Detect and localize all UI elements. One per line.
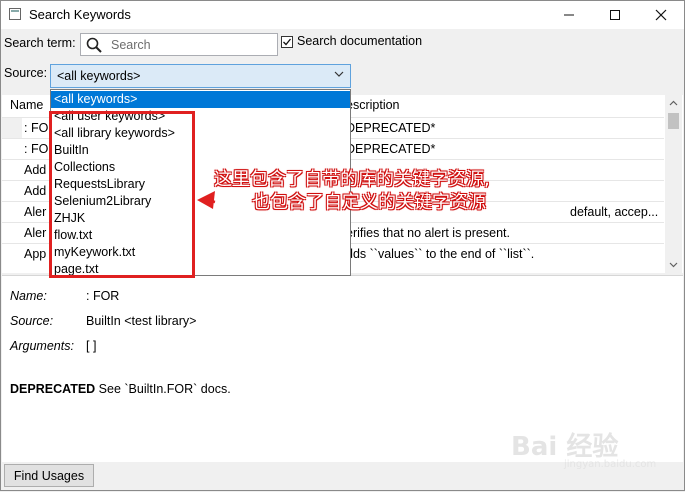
maximize-button[interactable] <box>592 1 638 29</box>
row-description: dds ``values`` to the end of ``list``. <box>346 247 535 261</box>
source-select[interactable]: <all keywords> <box>50 64 351 88</box>
option-label: RequestsLibrary <box>54 177 146 191</box>
option-label: <all library keywords> <box>54 126 175 140</box>
maximize-icon <box>610 10 620 20</box>
search-term-label: Search term: <box>4 36 76 50</box>
annotation-line-2: 也包含了自定义的关键字资源 <box>252 192 486 213</box>
dropdown-option[interactable]: <all library keywords> <box>51 125 350 142</box>
option-label: ZHJK <box>54 211 86 225</box>
details-arguments-label: Arguments: <box>10 339 74 353</box>
option-label: <all user keywords> <box>54 109 166 123</box>
source-label: Source: <box>4 66 48 80</box>
option-label: Selenium2Library <box>54 194 152 208</box>
search-documentation-label: Search documentation <box>297 34 423 48</box>
documentation-text: See `BuiltIn.FOR` docs. <box>95 382 231 396</box>
dropdown-option[interactable]: myKeywork.txt <box>51 244 350 261</box>
row-name: Add <box>24 163 47 177</box>
row-name: Aler <box>24 226 47 240</box>
checkmark-icon <box>283 38 292 46</box>
search-keywords-window: Search Keywords Search term: Search Sear… <box>0 0 685 491</box>
watermark-url: jingyan.baidu.com <box>564 459 657 470</box>
option-label: page.txt <box>54 262 99 276</box>
dropdown-option[interactable]: <all user keywords> <box>51 108 350 125</box>
option-label: myKeywork.txt <box>54 245 136 259</box>
chevron-down-icon <box>334 71 344 77</box>
window-title: Search Keywords <box>29 7 131 22</box>
title-bar: Search Keywords <box>1 1 684 29</box>
row-name: Add <box>24 184 47 198</box>
dropdown-option[interactable]: <all keywords> <box>51 91 350 108</box>
source-selected-value: <all keywords> <box>57 69 141 83</box>
dropdown-option[interactable]: BuiltIn <box>51 142 350 159</box>
search-icon <box>86 37 102 53</box>
table-scrollbar[interactable] <box>665 95 682 273</box>
column-header-description[interactable]: escription <box>346 98 400 112</box>
option-label: BuiltIn <box>54 143 89 157</box>
close-icon <box>655 9 667 21</box>
row-description: DEPRECATED* <box>346 142 436 156</box>
details-source-value: BuiltIn <test library> <box>86 314 197 328</box>
row-description: erifies that no alert is present. <box>346 226 510 240</box>
row-name: Aler <box>24 205 47 219</box>
deprecated-label: DEPRECATED <box>10 382 96 396</box>
option-label: Collections <box>54 160 116 174</box>
annotation-line-1: 这里包含了自带的库的关键字资源, <box>214 169 490 190</box>
scroll-up-icon[interactable] <box>669 99 678 108</box>
option-label: flow.txt <box>54 228 93 242</box>
row-description: DEPRECATED* <box>346 121 436 135</box>
scrollbar-thumb[interactable] <box>668 113 679 129</box>
details-source-label: Source: <box>10 314 54 328</box>
watermark-logo: Bai 经验 <box>511 432 619 462</box>
details-arguments-value: [ ] <box>86 339 97 353</box>
details-documentation: DEPRECATED See `BuiltIn.FOR` docs. <box>10 382 231 396</box>
details-name-value: : FOR <box>86 289 120 303</box>
minimize-button[interactable] <box>546 1 592 29</box>
search-documentation-checkbox[interactable] <box>281 36 293 48</box>
row-name: App <box>24 247 47 261</box>
minimize-icon <box>564 14 574 16</box>
search-placeholder: Search <box>111 38 151 52</box>
details-name-label: Name: <box>10 289 47 303</box>
scroll-down-icon[interactable] <box>669 260 678 269</box>
annotation-text: 这里包含了自带的库的关键字资源, 也包含了自定义的关键字资源 <box>214 168 594 214</box>
column-header-name[interactable]: Name <box>10 98 43 112</box>
dropdown-option[interactable]: flow.txt <box>51 227 350 244</box>
option-label: <all keywords> <box>54 92 138 106</box>
search-input[interactable]: Search <box>80 33 278 56</box>
app-icon <box>9 8 21 20</box>
find-usages-button[interactable]: Find Usages <box>4 464 94 487</box>
close-button[interactable] <box>638 1 684 29</box>
dropdown-option[interactable]: page.txt <box>51 261 350 278</box>
